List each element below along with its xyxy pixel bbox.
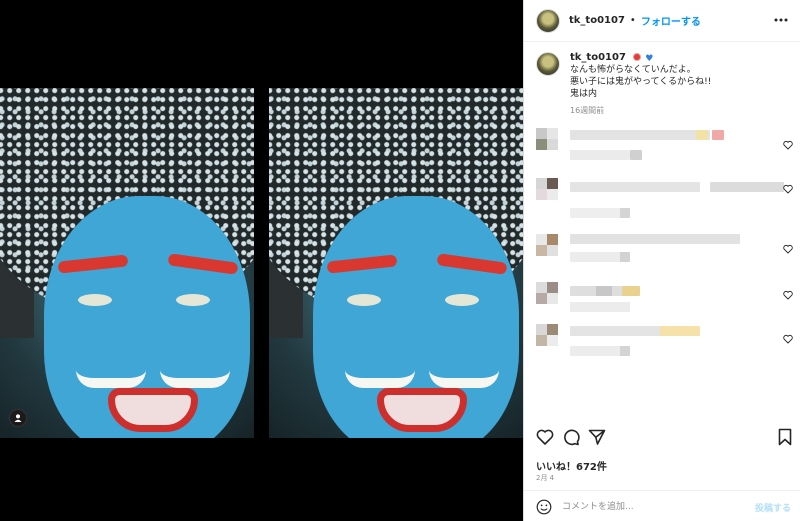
- comment-icon[interactable]: [562, 428, 580, 446]
- comment-item: [536, 234, 800, 274]
- like-count[interactable]: いいね！672件: [536, 458, 607, 473]
- comment-avatar[interactable]: [536, 282, 558, 304]
- comment-item: [536, 324, 800, 364]
- share-icon[interactable]: [588, 428, 606, 446]
- caption-line-2: 悪い子には鬼がやってくるからね!!: [570, 77, 712, 87]
- caption-avatar[interactable]: [536, 52, 560, 76]
- caption-line-1: なんも怖がらなくていんだよ。: [570, 65, 696, 75]
- more-horizontal-icon[interactable]: [771, 10, 791, 30]
- user-tag-icon[interactable]: [9, 409, 27, 427]
- heart-icon[interactable]: [536, 428, 554, 446]
- post-header: tk_to0107 • フォローする: [524, 0, 800, 42]
- comment-input[interactable]: [562, 499, 732, 515]
- heart-icon[interactable]: [783, 140, 793, 150]
- caption-line-3: 鬼は内: [570, 89, 598, 99]
- post-button[interactable]: 投稿する: [755, 501, 791, 514]
- photo-left: [0, 88, 254, 438]
- comment-avatar[interactable]: [536, 178, 558, 200]
- heart-icon[interactable]: [783, 184, 793, 194]
- heart-icon[interactable]: [783, 290, 793, 300]
- blue-heart-emoji-icon: ♥: [645, 54, 654, 64]
- post-date: 2月 4: [536, 474, 555, 482]
- post-side-panel: tk_to0107 • フォローする tk_to0107 ♥ なんも怖がらなくて…: [523, 0, 800, 521]
- smiley-icon[interactable]: [536, 499, 552, 515]
- comment-item: [536, 178, 800, 218]
- comment-avatar[interactable]: [536, 234, 558, 256]
- caption-timestamp: 16週間前: [570, 106, 605, 115]
- heart-icon[interactable]: [783, 244, 793, 254]
- heart-icon[interactable]: [783, 334, 793, 344]
- separator-dot: •: [629, 15, 636, 26]
- photo-right: [269, 88, 523, 438]
- comment-avatar[interactable]: [536, 128, 558, 150]
- post-media[interactable]: [0, 0, 523, 521]
- header-username[interactable]: tk_to0107: [569, 15, 625, 26]
- comment-bar: 投稿する: [524, 490, 800, 521]
- caption-username[interactable]: tk_to0107: [570, 52, 626, 63]
- comment-avatar[interactable]: [536, 324, 558, 346]
- comment-item: [536, 128, 800, 168]
- bookmark-icon[interactable]: [776, 428, 794, 446]
- post-caption: tk_to0107 ♥ なんも怖がらなくていんだよ。 悪い子には鬼がやってくるか…: [536, 52, 792, 116]
- red-circle-emoji-icon: [633, 53, 642, 61]
- comment-item: [536, 282, 800, 322]
- follow-button[interactable]: フォローする: [641, 13, 701, 28]
- avatar[interactable]: [536, 8, 560, 33]
- action-bar: [536, 428, 794, 448]
